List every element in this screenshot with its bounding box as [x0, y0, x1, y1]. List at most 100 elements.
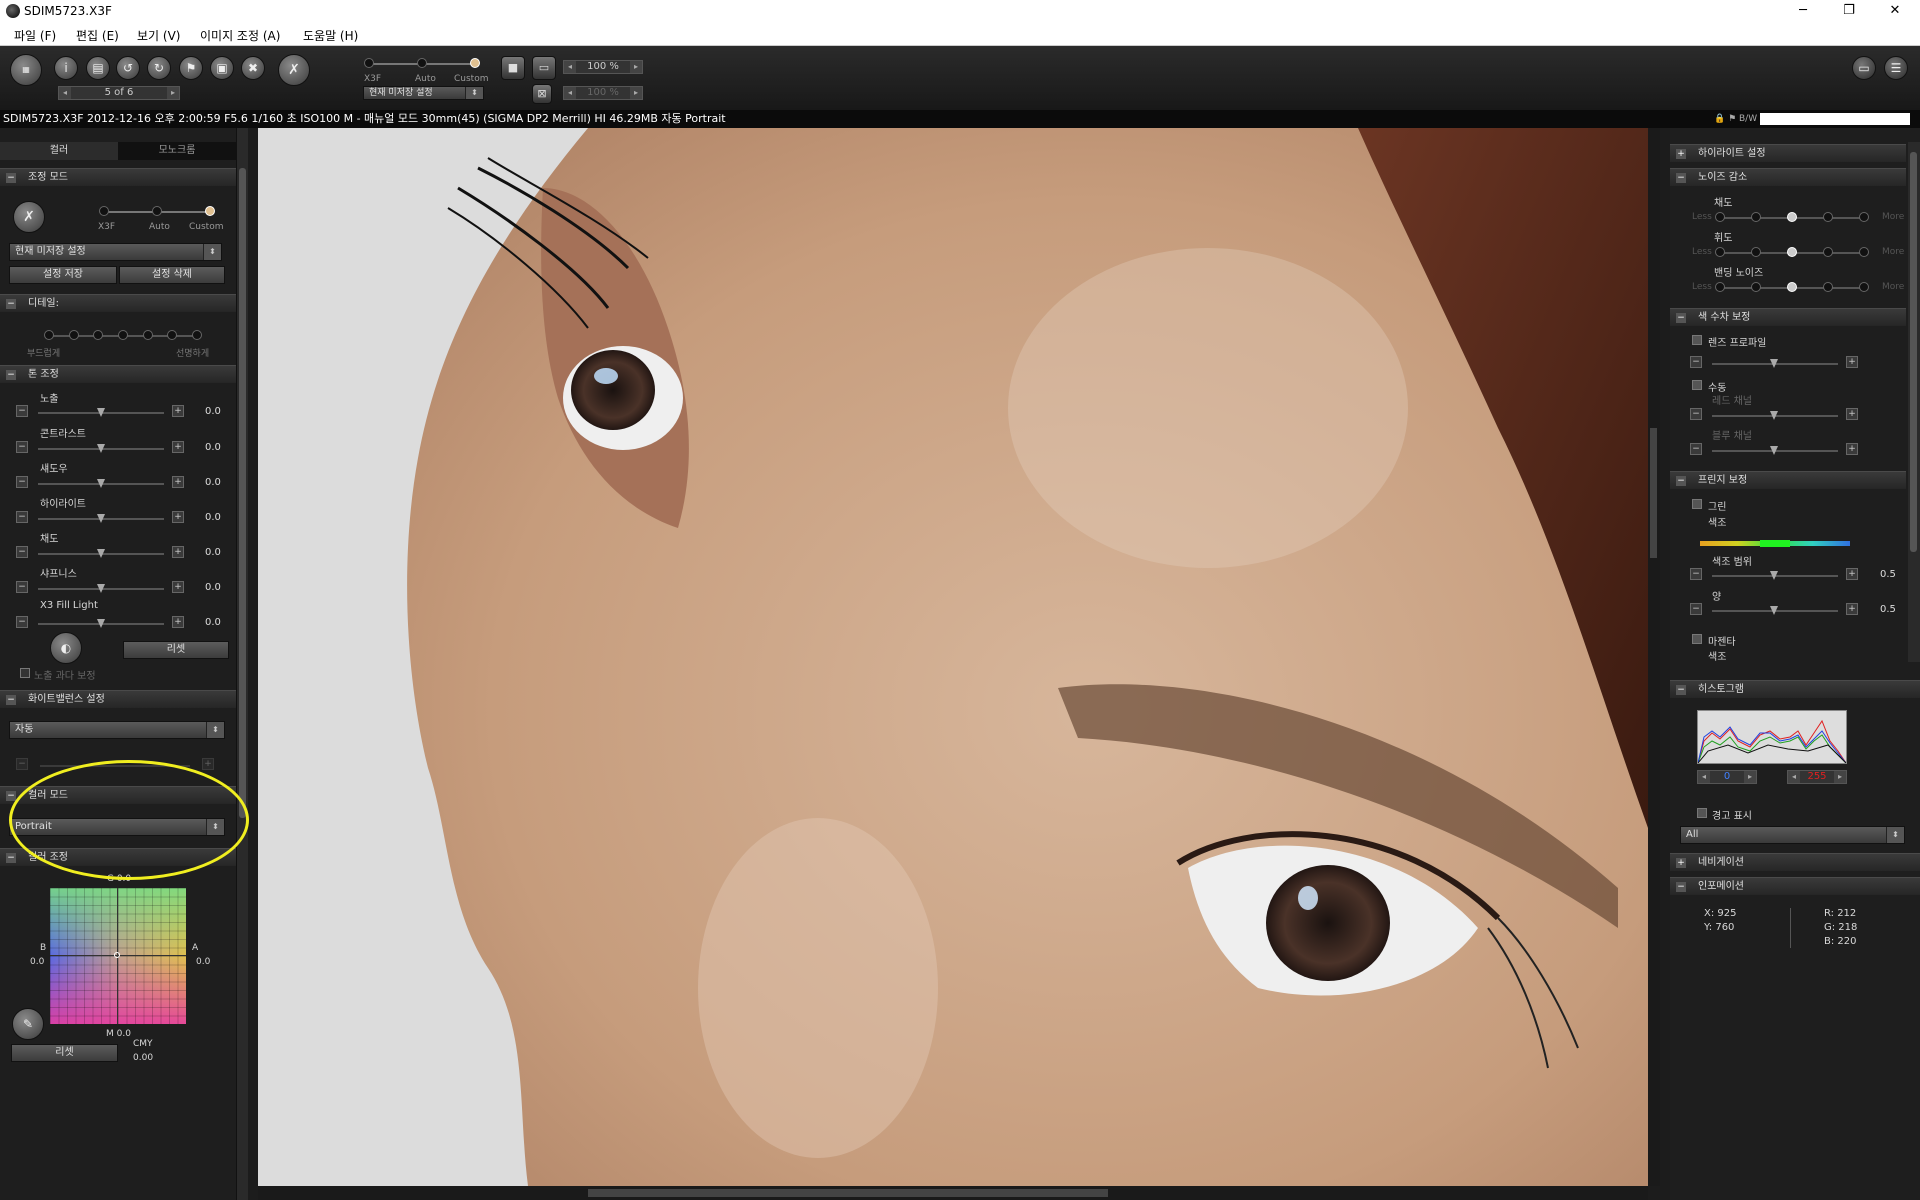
red-channel-thumb[interactable] — [1770, 411, 1778, 420]
hue-selection[interactable] — [1760, 540, 1790, 547]
noise-banding-knob-3[interactable] — [1787, 282, 1797, 292]
fill-light-thumb[interactable] — [97, 619, 105, 628]
noise-luminance-knob-4[interactable] — [1823, 247, 1833, 257]
warning-display-checkbox[interactable] — [1697, 808, 1707, 818]
adjust-mode-header[interactable]: − 조정 모드 — [0, 168, 236, 186]
detail-knob-7[interactable] — [192, 330, 202, 340]
contrast-plus-button[interactable]: + — [172, 441, 184, 453]
color-reset-button[interactable]: 리셋 — [11, 1044, 118, 1062]
tab-color[interactable]: 컬러 — [0, 142, 118, 160]
green-fringe-checkbox[interactable] — [1692, 499, 1702, 509]
white-balance-header[interactable]: − 화이트밸런스 설정 — [0, 690, 236, 708]
auto-tone-icon[interactable]: ◐ — [50, 632, 82, 664]
detail-knob-5[interactable] — [143, 330, 153, 340]
wb-plus-button[interactable]: + — [202, 758, 214, 770]
hue-range-minus-button[interactable]: − — [1690, 568, 1702, 580]
adjust-knob-custom[interactable] — [205, 206, 215, 216]
rotate-right-icon[interactable]: ↻ — [147, 56, 171, 80]
noise-saturation-knob-1[interactable] — [1715, 212, 1725, 222]
noise-banding-knob-1[interactable] — [1715, 282, 1725, 292]
blue-channel-plus-button[interactable]: + — [1846, 443, 1858, 455]
noise-reduction-header[interactable]: − 노이즈 감소 — [1670, 168, 1906, 186]
rotate-left-icon[interactable]: ↺ — [116, 56, 140, 80]
minimize-button[interactable]: ─ — [1780, 0, 1826, 22]
adjust-knob-auto[interactable] — [152, 206, 162, 216]
sharpness-thumb[interactable] — [97, 584, 105, 593]
list-view-icon[interactable]: ☰ — [1884, 56, 1908, 80]
manual-checkbox[interactable] — [1692, 380, 1702, 390]
zoom-out-icon[interactable]: ◂ — [564, 61, 576, 73]
viewer-vscroll-thumb[interactable] — [1650, 428, 1657, 558]
overexposure-checkbox[interactable] — [20, 668, 30, 678]
menu-view[interactable]: 보기 (V) — [137, 27, 180, 44]
amount-minus-button[interactable]: − — [1690, 603, 1702, 615]
amount-plus-button[interactable]: + — [1846, 603, 1858, 615]
flag-icon[interactable]: ⚑ — [179, 56, 203, 80]
zoom-primary-stepper[interactable]: ◂ 100 % ▸ — [563, 60, 643, 74]
delete-settings-button[interactable]: 설정 삭제 — [119, 266, 225, 284]
noise-luminance-knob-2[interactable] — [1751, 247, 1761, 257]
print-icon[interactable]: ▤ — [86, 56, 110, 80]
highlight-plus-button[interactable]: + — [172, 511, 184, 523]
info-icon[interactable]: i — [54, 56, 78, 80]
save-jpeg-tiff-icon[interactable]: ▦ — [10, 54, 42, 86]
detail-knob-3[interactable] — [93, 330, 103, 340]
menu-help[interactable]: 도움말 (H) — [303, 27, 358, 44]
contrast-thumb[interactable] — [97, 444, 105, 453]
shadow-thumb[interactable] — [97, 479, 105, 488]
amount-thumb[interactable] — [1770, 606, 1778, 615]
right-scroll-thumb[interactable] — [1910, 152, 1917, 552]
exposure-minus-button[interactable]: − — [16, 405, 28, 417]
shadow-minus-button[interactable]: − — [16, 476, 28, 488]
blue-channel-minus-button[interactable]: − — [1690, 443, 1702, 455]
toolbar-preset-combo[interactable]: 현재 미저장 설정 ⬍ — [363, 86, 484, 100]
x3f-mode-icon[interactable]: ✗ — [278, 54, 310, 86]
left-panel-scrollbar[interactable] — [236, 128, 248, 1200]
noise-banding-knob-5[interactable] — [1859, 282, 1869, 292]
histogram-header[interactable]: − 히스토그램 — [1670, 680, 1920, 698]
fill-light-minus-button[interactable]: − — [16, 616, 28, 628]
fit-view-icon[interactable]: ■ — [501, 56, 525, 80]
exposure-thumb[interactable] — [97, 408, 105, 417]
color-adjust-grid[interactable] — [50, 888, 186, 1024]
detail-knob-2[interactable] — [69, 330, 79, 340]
highlight-minus-button[interactable]: − — [16, 511, 28, 523]
saturation-thumb[interactable] — [97, 549, 105, 558]
magenta-fringe-checkbox[interactable] — [1692, 634, 1702, 644]
highlight-thumb[interactable] — [97, 514, 105, 523]
histogram-low-dec-icon[interactable]: ◂ — [1698, 771, 1710, 783]
viewer-vertical-scrollbar[interactable] — [1648, 128, 1660, 1186]
bw-field[interactable] — [1760, 113, 1910, 125]
saturation-plus-button[interactable]: + — [172, 546, 184, 558]
mode-knob-auto[interactable] — [417, 58, 427, 68]
zoom-region-icon[interactable]: ⊠ — [532, 84, 552, 104]
zoom-secondary-in-icon[interactable]: ▸ — [630, 87, 642, 99]
sharpness-minus-button[interactable]: − — [16, 581, 28, 593]
contrast-minus-button[interactable]: − — [16, 441, 28, 453]
detail-knob-1[interactable] — [44, 330, 54, 340]
exposure-plus-button[interactable]: + — [172, 405, 184, 417]
image-navigator[interactable]: ◂ 5 of 6 ▸ — [58, 86, 180, 100]
highlight-settings-header[interactable]: + 하이라이트 설정 — [1670, 144, 1906, 162]
image-viewer[interactable] — [258, 128, 1648, 1186]
navigation-header[interactable]: + 네비게이션 — [1670, 853, 1920, 871]
noise-luminance-knob-1[interactable] — [1715, 247, 1725, 257]
mode-knob-custom[interactable] — [470, 58, 480, 68]
tone-header[interactable]: − 톤 조정 — [0, 365, 236, 383]
detail-knob-4[interactable] — [118, 330, 128, 340]
tab-monochrome[interactable]: 모노크롬 — [118, 142, 236, 160]
zoom-secondary-stepper[interactable]: ◂ 100 % ▸ — [563, 86, 643, 100]
lock-icon[interactable]: ▣ — [210, 56, 234, 80]
next-image-icon[interactable]: ▸ — [167, 87, 179, 99]
noise-luminance-knob-5[interactable] — [1859, 247, 1869, 257]
mode-knob-x3f[interactable] — [364, 58, 374, 68]
single-view-icon[interactable]: ▭ — [1852, 56, 1876, 80]
hue-range-plus-button[interactable]: + — [1846, 568, 1858, 580]
noise-saturation-knob-2[interactable] — [1751, 212, 1761, 222]
noise-saturation-knob-4[interactable] — [1823, 212, 1833, 222]
noise-banding-knob-2[interactable] — [1751, 282, 1761, 292]
shadow-plus-button[interactable]: + — [172, 476, 184, 488]
right-panel-scrollbar[interactable] — [1908, 142, 1920, 662]
viewer-horizontal-scrollbar[interactable] — [258, 1186, 1648, 1200]
lens-profile-plus-button[interactable]: + — [1846, 356, 1858, 368]
